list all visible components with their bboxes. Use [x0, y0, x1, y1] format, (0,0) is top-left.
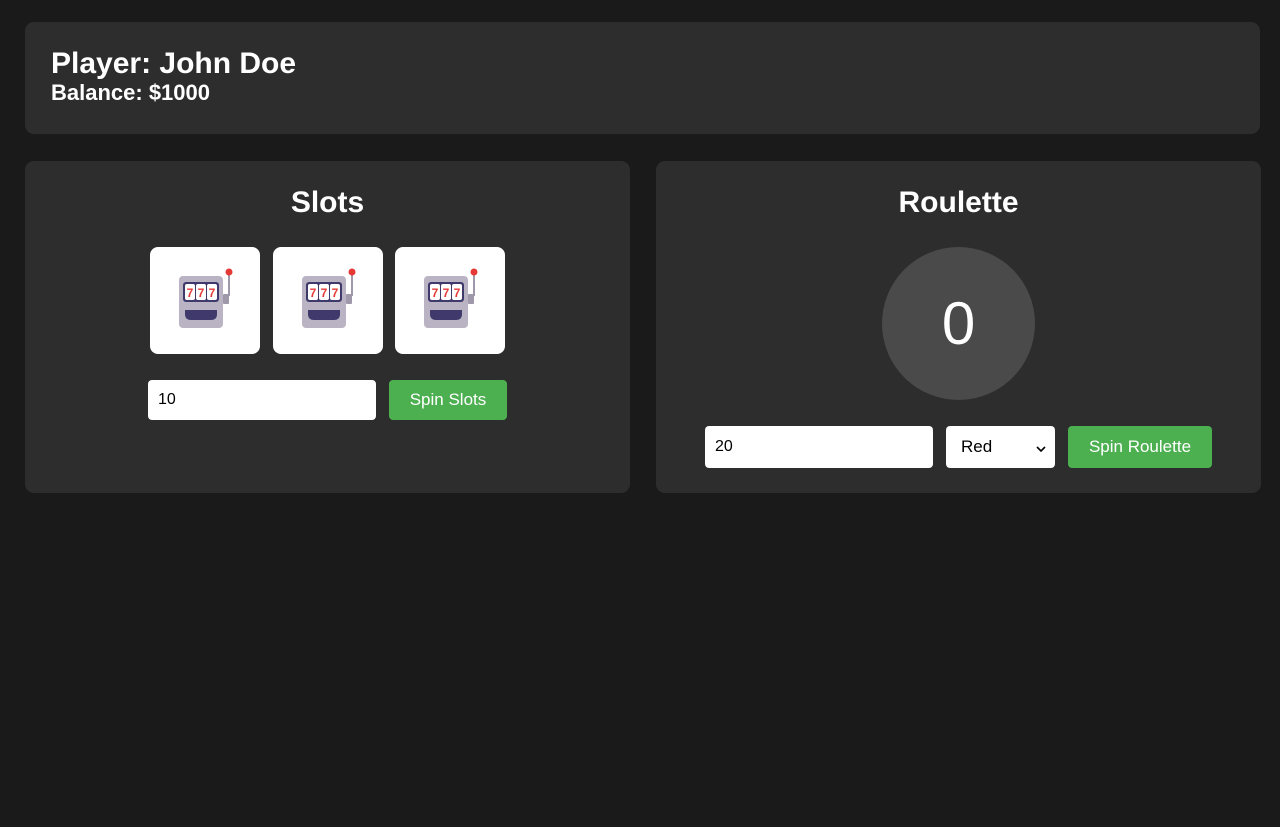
spin-slots-button[interactable]: Spin Slots: [389, 380, 507, 420]
roulette-result: 0: [941, 290, 976, 357]
slot-reel-1: 7 7 7: [150, 247, 260, 354]
svg-text:7: 7: [332, 286, 339, 300]
slot-machine-icon: 7 7 7: [173, 266, 237, 335]
svg-text:7: 7: [443, 286, 450, 300]
roulette-color-value: Red: [961, 437, 993, 456]
svg-text:7: 7: [198, 286, 205, 300]
slot-reel-3: 7 7 7: [395, 247, 505, 354]
svg-text:7: 7: [321, 286, 328, 300]
svg-text:7: 7: [310, 286, 317, 300]
slots-panel: Slots 7 7 7 7 7 7 7 7 7 10 Spin Slots: [25, 161, 630, 493]
svg-text:7: 7: [454, 286, 461, 300]
slots-bet-input[interactable]: [148, 380, 376, 420]
spin-roulette-button[interactable]: Spin Roulette: [1068, 426, 1212, 468]
roulette-title: Roulette: [898, 186, 1019, 219]
svg-text:7: 7: [209, 286, 216, 300]
roulette-wheel: 0: [882, 247, 1035, 400]
roulette-color-select[interactable]: Red: [946, 426, 1055, 468]
slot-machine-icon: 7 7 7: [296, 266, 360, 335]
roulette-panel: Roulette 0 Red Spin Roulette: [656, 161, 1261, 493]
player-info-panel: Player: John Doe Balance: $1000: [25, 22, 1260, 134]
player-name: Player: John Doe: [51, 47, 297, 80]
player-balance: Balance: $1000: [51, 80, 210, 105]
roulette-bet-input[interactable]: [705, 426, 933, 468]
slot-machine-icon: 7 7 7: [418, 266, 482, 335]
slot-reel-2: 7 7 7: [273, 247, 383, 354]
slots-title: Slots: [290, 186, 365, 219]
chevron-down-icon: [1035, 440, 1047, 453]
svg-text:7: 7: [187, 286, 194, 300]
svg-text:7: 7: [432, 286, 439, 300]
